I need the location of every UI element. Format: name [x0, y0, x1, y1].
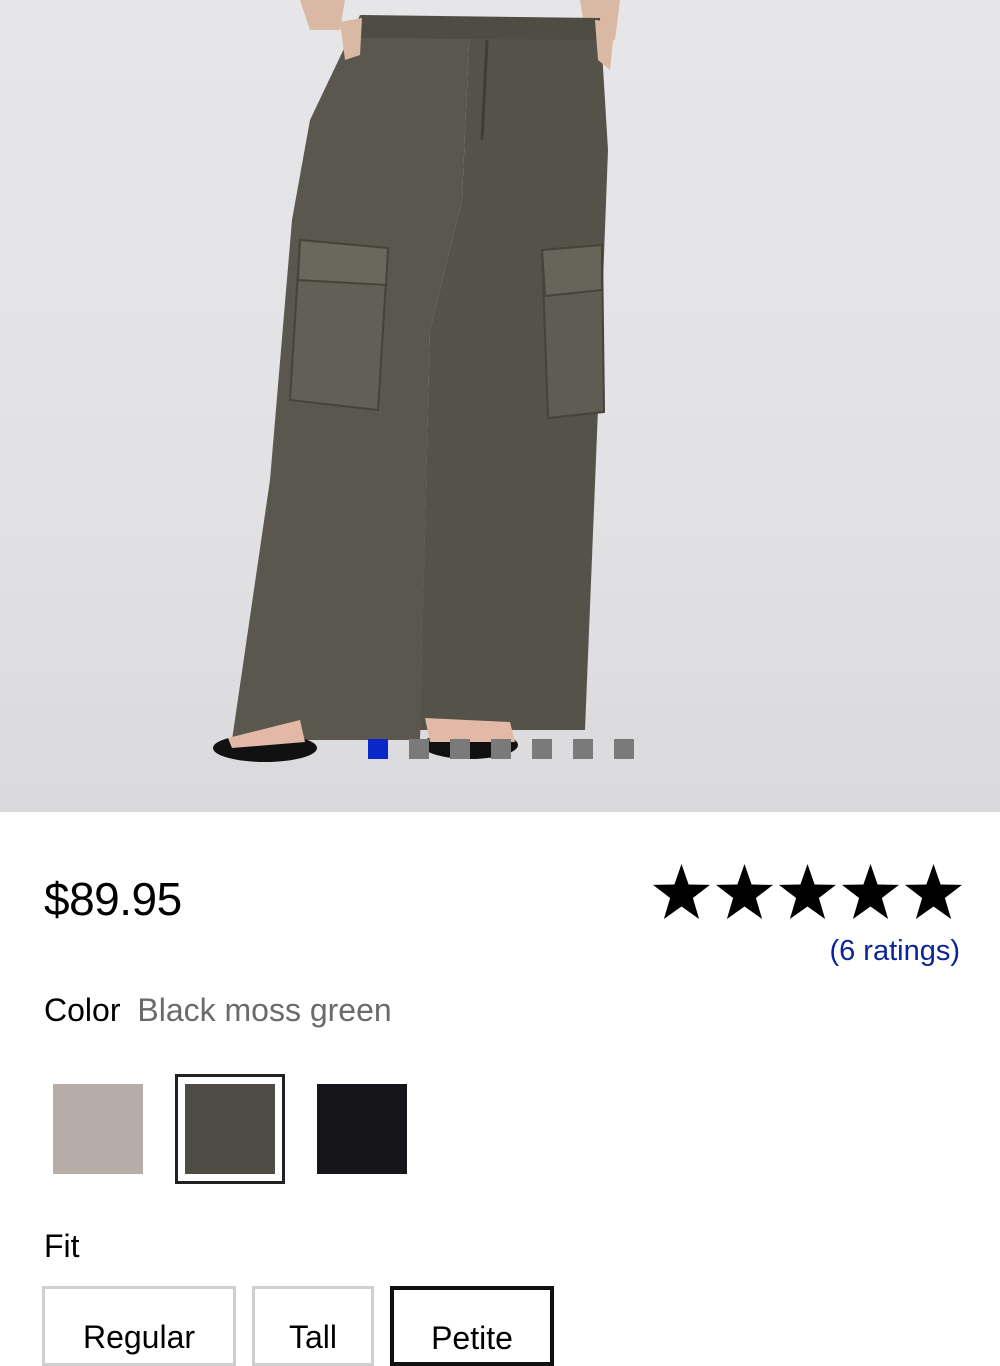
- carousel-dot[interactable]: [573, 739, 593, 759]
- fit-option-petite[interactable]: Petite: [390, 1286, 554, 1366]
- color-selector-label: Color Black moss green: [44, 992, 392, 1029]
- swatch-selected-border[interactable]: [175, 1074, 285, 1184]
- swatch-black[interactable]: [317, 1084, 407, 1174]
- swatch-black-moss-green[interactable]: [185, 1084, 275, 1174]
- carousel-pagination: [368, 739, 634, 759]
- color-value: Black moss green: [137, 992, 392, 1028]
- fit-option-tall[interactable]: Tall: [252, 1286, 374, 1366]
- product-image[interactable]: [0, 0, 1000, 812]
- carousel-dot[interactable]: [532, 739, 552, 759]
- fit-option-label: Tall: [288, 1319, 337, 1355]
- fit-label: Fit: [44, 1228, 80, 1264]
- ratings-count-link[interactable]: (6 ratings): [829, 935, 960, 968]
- star-icon: [653, 864, 710, 919]
- carousel-dot[interactable]: [409, 739, 429, 759]
- carousel-dot[interactable]: [614, 739, 634, 759]
- carousel-dot[interactable]: [491, 739, 511, 759]
- star-icon: [842, 864, 899, 919]
- fit-option-regular[interactable]: Regular: [42, 1286, 236, 1366]
- star-icon: [779, 864, 836, 919]
- cargo-pants-photo: [213, 0, 620, 762]
- color-label: Color: [44, 992, 121, 1028]
- fit-option-label: Petite: [431, 1320, 513, 1356]
- product-price: $89.95: [44, 873, 182, 925]
- star-icon: [905, 864, 962, 919]
- fit-option-label: Regular: [82, 1319, 196, 1355]
- carousel-dot[interactable]: [450, 739, 470, 759]
- swatch-taupe[interactable]: [53, 1084, 143, 1174]
- rating-stars[interactable]: [652, 862, 963, 924]
- carousel-dot[interactable]: [368, 739, 388, 759]
- star-icon: [716, 864, 773, 919]
